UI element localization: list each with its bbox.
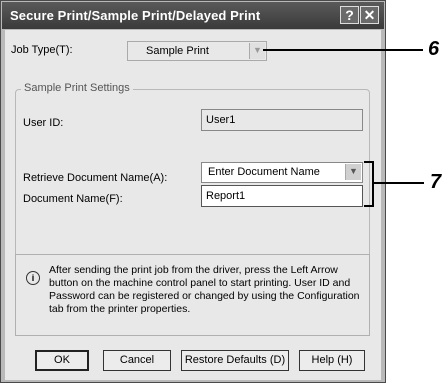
- doc-name-input[interactable]: Report1: [201, 185, 363, 207]
- title-bar[interactable]: Secure Print/Sample Print/Delayed Print …: [2, 2, 384, 29]
- retrieve-doc-label: Retrieve Document Name(A):: [23, 172, 168, 184]
- help-button[interactable]: Help (H): [299, 350, 365, 371]
- retrieve-doc-value: Enter Document Name: [208, 166, 320, 178]
- restore-defaults-button[interactable]: Restore Defaults (D): [181, 350, 289, 371]
- callout-line-7: [374, 182, 424, 184]
- ok-button[interactable]: OK: [35, 350, 89, 371]
- user-id-field: User1: [201, 109, 363, 131]
- job-type-label: Job Type(T):: [11, 44, 73, 56]
- settings-group-title: Sample Print Settings: [21, 82, 133, 94]
- info-text: After sending the print job from the dri…: [49, 264, 360, 315]
- doc-name-label: Document Name(F):: [23, 193, 123, 205]
- doc-name-value: Report1: [206, 190, 246, 202]
- chevron-down-icon[interactable]: ▼: [249, 43, 265, 59]
- chevron-down-icon[interactable]: ▼: [345, 164, 361, 180]
- info-icon: i: [26, 271, 40, 285]
- callout-6: 6: [428, 38, 440, 60]
- user-id-label: User ID:: [23, 117, 64, 129]
- callout-line-6: [263, 49, 423, 51]
- help-title-button[interactable]: ?: [340, 6, 359, 24]
- callout-bracket-7: [364, 161, 374, 207]
- dialog-window: Secure Print/Sample Print/Delayed Print …: [0, 0, 386, 383]
- dialog-body: Job Type(T): Sample Print ▼ Sample Print…: [5, 30, 381, 380]
- close-button[interactable]: ✕: [360, 6, 379, 24]
- callout-7: 7: [430, 171, 442, 193]
- info-panel: i After sending the print job from the d…: [15, 254, 370, 336]
- job-type-value: Sample Print: [146, 45, 209, 57]
- cancel-button[interactable]: Cancel: [103, 350, 171, 371]
- user-id-value: User1: [206, 114, 236, 126]
- job-type-select[interactable]: Sample Print ▼: [127, 41, 267, 61]
- retrieve-doc-select[interactable]: Enter Document Name ▼: [201, 162, 363, 183]
- window-title: Secure Print/Sample Print/Delayed Print: [10, 8, 261, 23]
